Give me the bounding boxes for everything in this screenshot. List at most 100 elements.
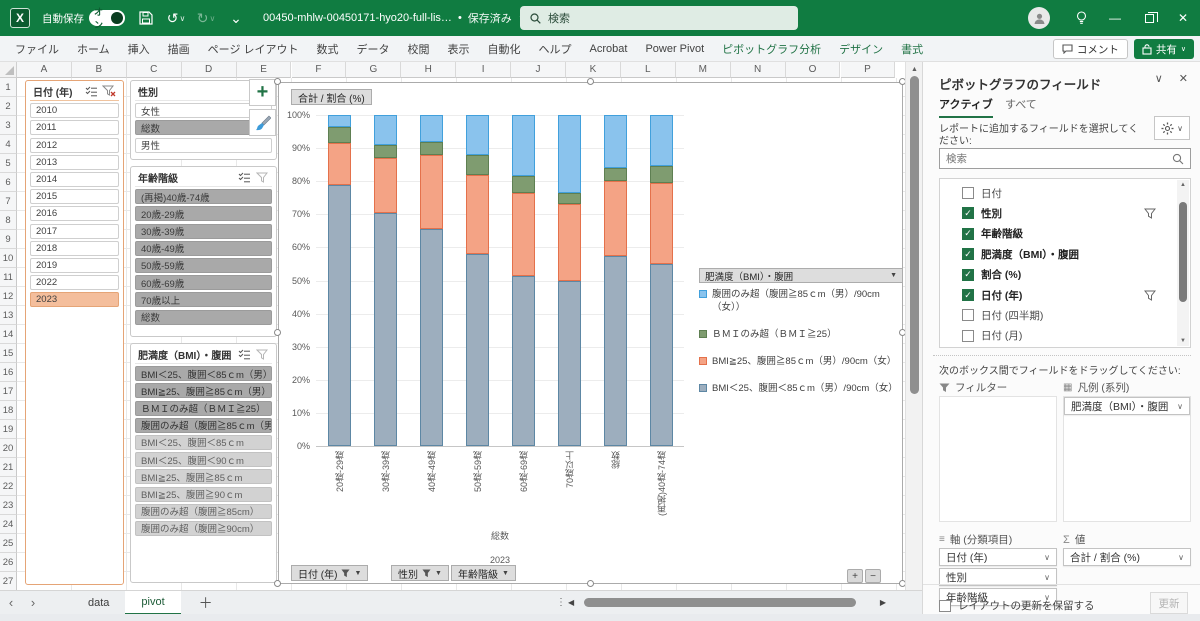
bar-40歳-49歳[interactable]: [420, 115, 443, 446]
bar-segment[interactable]: [558, 204, 581, 280]
ribbon-tab-2[interactable]: 挿入: [119, 36, 159, 62]
autosave-toggle[interactable]: 自動保存 オン: [42, 10, 125, 26]
selection-handle[interactable]: [899, 580, 905, 587]
slicer-item[interactable]: 腹囲のみ超（腹囲≧85cm）: [135, 504, 272, 519]
filter-icon[interactable]: [1144, 290, 1156, 301]
slicer-item[interactable]: 2017: [30, 224, 119, 239]
area-pill[interactable]: 日付 (年)∨: [939, 548, 1057, 566]
update-button[interactable]: 更新: [1150, 592, 1188, 614]
ribbon-tab-1[interactable]: ホーム: [68, 36, 119, 62]
field-checkbox[interactable]: [962, 330, 974, 342]
slicer-item[interactable]: 2010: [30, 103, 119, 118]
slicer-item[interactable]: BMI≧25、腹囲≧90ｃm: [135, 487, 272, 502]
column-header-E[interactable]: E: [237, 62, 292, 78]
search-input[interactable]: 検索: [520, 6, 798, 30]
multiselect-icon[interactable]: [236, 347, 252, 361]
row-header-22[interactable]: 22: [0, 477, 17, 496]
bar-segment[interactable]: [604, 168, 627, 181]
worksheet-area[interactable]: ABCDEFGHIJKLMNOP 12345678910111213141516…: [0, 62, 905, 590]
bar-segment[interactable]: [374, 145, 397, 158]
field-checkbox[interactable]: ✓: [962, 228, 974, 240]
field-row-7[interactable]: 日付 (月): [946, 326, 1176, 346]
row-header-2[interactable]: 2: [0, 97, 17, 116]
ribbon-tab-11[interactable]: Acrobat: [581, 36, 637, 62]
row-header-4[interactable]: 4: [0, 135, 17, 154]
column-header-F[interactable]: F: [292, 62, 347, 78]
ribbon-contextual-tab-0[interactable]: ピボットグラフ分析: [713, 36, 830, 62]
scroll-up-icon[interactable]: ▲: [1180, 182, 1186, 188]
ribbon-tab-0[interactable]: ファイル: [6, 36, 68, 62]
row-header-5[interactable]: 5: [0, 154, 17, 173]
slicer-item[interactable]: 50歳-59歳: [135, 258, 272, 273]
bar-50歳-59歳[interactable]: [466, 115, 489, 446]
share-button[interactable]: 共有 ∨: [1134, 39, 1194, 59]
scroll-up-icon[interactable]: ▲: [906, 62, 923, 76]
row-header-21[interactable]: 21: [0, 458, 17, 477]
slicer-item[interactable]: 40歳-49歳: [135, 241, 272, 256]
bar-segment[interactable]: [512, 193, 535, 276]
legend-series-area[interactable]: 肥満度（BMI）・腹囲∨: [1063, 396, 1191, 522]
selection-handle[interactable]: [274, 580, 281, 587]
slicer-item[interactable]: 腹囲のみ超（腹囲≧85ｃm（男…: [135, 418, 272, 433]
close-button[interactable]: ✕: [1166, 0, 1200, 36]
horizontal-scroll-thumb[interactable]: [584, 598, 856, 607]
filter-icon[interactable]: [254, 170, 270, 184]
slicer-item[interactable]: BMI≧25、腹囲≧85ｃm（男）…: [135, 383, 272, 398]
ribbon-tab-8[interactable]: 表示: [439, 36, 479, 62]
column-header-L[interactable]: L: [621, 62, 676, 78]
row-header-25[interactable]: 25: [0, 534, 17, 553]
slicer-item[interactable]: 2023: [30, 292, 119, 307]
add-sheet-button[interactable]: ＋: [199, 593, 213, 613]
slicer-item[interactable]: 2013: [30, 155, 119, 170]
area-pill[interactable]: 肥満度（BMI）・腹囲∨: [1064, 397, 1190, 415]
column-header-K[interactable]: K: [566, 62, 621, 78]
pane-close-icon[interactable]: ✕: [1179, 72, 1188, 85]
bar-segment[interactable]: [604, 181, 627, 255]
bar-segment[interactable]: [466, 175, 489, 254]
ribbon-tab-12[interactable]: Power Pivot: [636, 36, 713, 62]
undo-icon[interactable]: ↺∨: [167, 9, 185, 27]
slicer-item[interactable]: 2019: [30, 258, 119, 273]
field-checkbox[interactable]: [962, 187, 974, 199]
ribbon-contextual-tab-2[interactable]: 書式: [892, 36, 932, 62]
row-header-16[interactable]: 16: [0, 363, 17, 382]
legend-item[interactable]: 腹囲のみ超（腹囲≧85ｃm（男）/90cm（女））: [699, 288, 905, 314]
row-header-26[interactable]: 26: [0, 553, 17, 572]
slicer-item[interactable]: BMI＜25、腹囲＜85ｃm: [135, 435, 272, 450]
bar-segment[interactable]: [328, 127, 351, 144]
row-header-19[interactable]: 19: [0, 420, 17, 439]
scroll-right-icon[interactable]: ▶: [880, 598, 886, 607]
bar-70歳以上[interactable]: [558, 115, 581, 446]
field-checkbox[interactable]: ✓: [962, 248, 974, 260]
slicer-age-group[interactable]: 年齢階級 (再掲)40歳-74歳20歳-29歳30歳-39歳40歳-49歳50歳…: [130, 166, 277, 337]
filter-icon[interactable]: [254, 347, 270, 361]
ribbon-contextual-tab-1[interactable]: デザイン: [830, 36, 892, 62]
field-row-3[interactable]: ✓肥満度（BMI）・腹囲: [946, 244, 1176, 264]
row-header-11[interactable]: 11: [0, 268, 17, 287]
bar-segment[interactable]: [374, 213, 397, 446]
sheet-nav-left-icon[interactable]: ‹: [0, 595, 22, 610]
slicer-item[interactable]: 2016: [30, 206, 119, 221]
slicer-bmi-waist[interactable]: 肥満度（BMI）・腹囲 BMI＜25、腹囲＜85ｃm（男）…BMI≧25、腹囲≧…: [130, 343, 277, 583]
bar-segment[interactable]: [466, 115, 489, 155]
slicer-item[interactable]: ＢＭＩのみ超（ＢＭＩ≧25）: [135, 401, 272, 416]
filters-area[interactable]: [939, 396, 1057, 522]
field-list-scrollbar[interactable]: ▲ ▼: [1177, 180, 1189, 346]
drill-down-button[interactable]: +: [847, 569, 863, 583]
bar-segment[interactable]: [650, 264, 673, 446]
area-pill[interactable]: 合計 / 割合 (%)∨: [1063, 548, 1191, 566]
row-header-20[interactable]: 20: [0, 439, 17, 458]
bar-segment[interactable]: [604, 115, 627, 168]
filter-icon[interactable]: [1144, 208, 1156, 219]
clear-filter-icon[interactable]: [101, 84, 117, 98]
bar-segment[interactable]: [558, 281, 581, 447]
scroll-thumb[interactable]: [1179, 202, 1187, 302]
slicer-item[interactable]: 男性: [135, 138, 272, 153]
slicer-item[interactable]: BMI＜25、腹囲＜85ｃm（男）…: [135, 366, 272, 381]
column-header-B[interactable]: B: [72, 62, 127, 78]
document-title[interactable]: 00450-mhlw-00450171-hyo20-full-lis… • 保存…: [263, 10, 525, 26]
axis-field-button-1[interactable]: 性別▼: [391, 565, 449, 581]
slicer-item[interactable]: 70歳以上: [135, 292, 272, 307]
bar-(再掲)40歳-74歳[interactable]: [650, 115, 673, 446]
field-row-5[interactable]: ✓日付 (年): [946, 285, 1176, 305]
